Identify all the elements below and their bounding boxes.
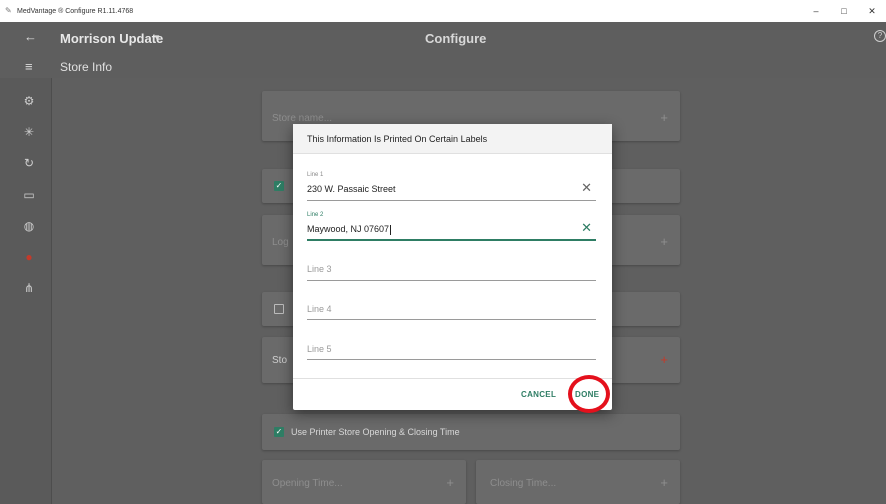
network-icon[interactable]: ✳ [22, 125, 36, 139]
hierarchy-icon[interactable]: ⋔ [22, 281, 36, 295]
printer-hours-checkbox[interactable]: ✓ [274, 427, 284, 437]
store-name-placeholder: Store name... [272, 113, 333, 124]
line-2-field[interactable]: Line 2 Maywood, NJ 07607 ✕ [307, 212, 596, 242]
line-5-underline [307, 359, 596, 360]
line-3-field[interactable]: Line 3 [307, 262, 596, 282]
line-4-placeholder: Line 4 [307, 304, 332, 314]
window-controls: – □ ✕ [802, 0, 886, 22]
done-highlight-ring [568, 375, 610, 413]
window-title: MedVantage ® Configure R1.11.4768 [17, 7, 134, 15]
page-title: Configure [425, 31, 487, 46]
dialog-divider [293, 378, 612, 379]
chevron-down-icon[interactable]: ▼ [153, 33, 161, 42]
refresh-icon[interactable]: ↻ [22, 156, 36, 170]
line-2-input[interactable]: Maywood, NJ 07607 [307, 224, 392, 235]
printer-hours-label: Use Printer Store Opening & Closing Time [291, 427, 460, 437]
add-closing-time-icon[interactable]: + [660, 475, 668, 490]
line-4-underline [307, 319, 596, 320]
line-3-underline [307, 280, 596, 281]
add-store-info-icon[interactable]: + [660, 352, 668, 367]
line-1-label: Line 1 [307, 172, 324, 178]
sidebar: ⚙ ✳ ↻ ▭ ◍ ● ⋔ [0, 78, 52, 504]
profile-title[interactable]: Morrison Update [60, 31, 163, 46]
globe-icon[interactable]: ◍ [22, 219, 36, 233]
add-opening-time-icon[interactable]: + [446, 475, 454, 490]
close-window-button[interactable]: ✕ [858, 0, 886, 22]
line-1-underline [307, 200, 596, 201]
clear-line-2-icon[interactable]: ✕ [581, 220, 592, 236]
window-titlebar: ✎ MedVantage ® Configure R1.11.4768 – □ … [0, 0, 886, 22]
printer-hours-card: ✓ Use Printer Store Opening & Closing Ti… [262, 414, 680, 450]
opening-time-placeholder: Opening Time... [272, 478, 343, 489]
add-logo-icon[interactable]: + [660, 234, 668, 249]
logo-placeholder: Log [272, 237, 289, 248]
cancel-button[interactable]: CANCEL [521, 390, 556, 399]
text-caret [390, 224, 392, 235]
opening-time-card[interactable]: Opening Time... + [262, 460, 466, 504]
line-4-field[interactable]: Line 4 [307, 302, 596, 322]
line-5-field[interactable]: Line 5 [307, 342, 596, 362]
clear-line-1-icon[interactable]: ✕ [581, 180, 592, 196]
line-5-placeholder: Line 5 [307, 344, 332, 354]
line-2-underline [307, 239, 596, 241]
closing-time-card[interactable]: Closing Time... + [476, 460, 680, 504]
back-arrow-icon[interactable]: ← [24, 29, 37, 44]
app-bar-top-row: ← Morrison Update ▼ Configure ? [0, 22, 886, 52]
line-3-placeholder: Line 3 [307, 264, 332, 274]
line-1-field[interactable]: Line 1 230 W. Passaic Street ✕ [307, 172, 596, 202]
add-store-name-icon[interactable]: + [660, 110, 668, 125]
help-icon[interactable]: ? [874, 30, 886, 42]
line-1-input[interactable]: 230 W. Passaic Street [307, 184, 396, 194]
section-title: Store Info [60, 60, 113, 74]
line-2-label: Line 2 [307, 212, 324, 218]
maximize-button[interactable]: □ [830, 0, 858, 22]
label-info-dialog: This Information Is Printed On Certain L… [293, 124, 612, 410]
app-bar-sub-row: ≡ Store Info [0, 52, 886, 78]
settings-icon[interactable]: ⚙ [22, 94, 36, 108]
app-bar: ← Morrison Update ▼ Configure ? ≡ Store … [0, 22, 886, 78]
location-pin-icon[interactable]: ● [22, 250, 36, 264]
store-info-placeholder: Sto [272, 355, 288, 366]
hamburger-menu-icon[interactable]: ≡ [25, 59, 33, 74]
id-card-icon[interactable]: ▭ [22, 188, 36, 202]
closing-time-placeholder: Closing Time... [490, 478, 557, 489]
option-checkbox-unchecked[interactable] [274, 304, 284, 314]
minimize-button[interactable]: – [802, 0, 830, 22]
option-checkbox[interactable]: ✓ [274, 181, 284, 191]
dialog-header: This Information Is Printed On Certain L… [293, 124, 612, 154]
app-logo-icon: ✎ [5, 6, 12, 15]
